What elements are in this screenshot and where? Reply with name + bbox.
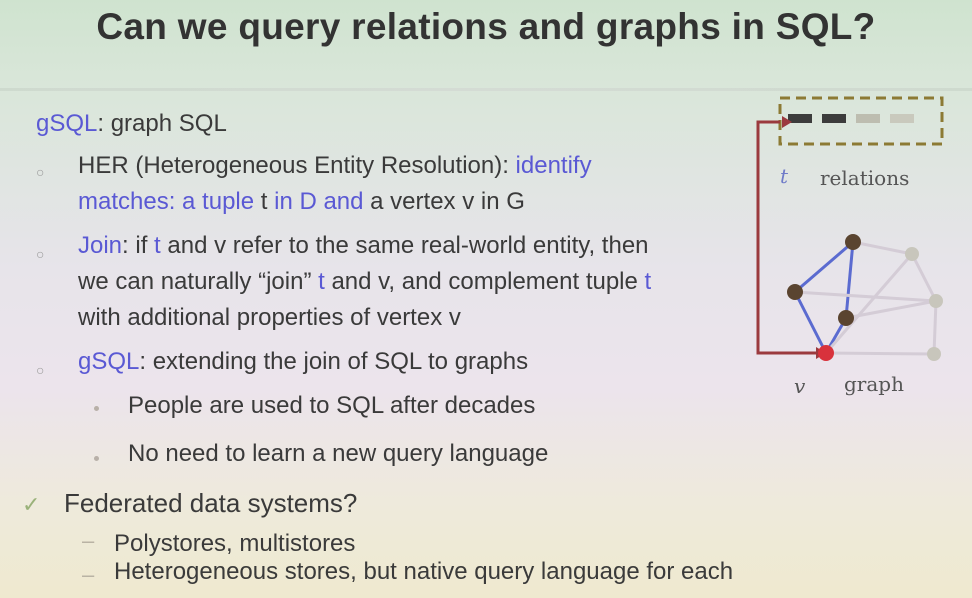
graph-node [787,284,803,300]
bullet-circle-icon: ○ [36,362,45,378]
gsql-term: gSQL [78,348,140,375]
join-line-2: we can naturally “join” t and v, and com… [78,268,651,296]
sub-bullet-dot [94,456,99,461]
bullet-circle-icon: ○ [36,246,45,262]
tuple-cell [788,114,812,123]
gsql-sub-1: People are used to SQL after decades [128,392,536,419]
her-prefix: HER (Heterogeneous Entity Resolution): [78,152,516,179]
tuple-t-label: t [780,164,789,188]
match-arrow-line [756,120,820,355]
dash-icon: – [82,562,95,587]
join-l2a: we can naturally “join” [78,268,319,295]
graph-label: graph [844,372,904,396]
slide-title: Can we query relations and graphs in SQL… [96,6,876,47]
join-term: Join [78,232,123,259]
graph-node [838,310,854,326]
gsql-line: gSQL: extending the join of SQL to graph… [78,348,528,376]
federated-item-1: Polystores, multistores [114,530,356,557]
her-tail: a vertex v in G [363,188,525,215]
bullet-circle-icon: ○ [36,164,45,180]
her-matches: matches: a tuple [78,188,261,215]
heading-line: gSQL: graph SQL [36,110,227,138]
graph-node-vertex-v [818,345,834,361]
her-line-2: matches: a tuple t in D and a vertex v i… [78,188,525,216]
tuple-cell [856,114,880,123]
relation-graph-diagram [756,96,944,361]
sub-bullet-dot [94,406,99,411]
relations-label: relations [820,166,910,190]
tuple-cell [890,114,914,123]
graph-node-faded [929,294,943,308]
vertex-v-label: v [794,374,806,398]
federated-item-2: Heterogeneous stores, but native query l… [114,558,734,585]
join-t1: t [154,232,161,259]
join-l2b: and v, and complement tuple [324,268,645,295]
federated-title: Federated data systems? [64,488,358,518]
her-in-d: in D and [267,188,364,215]
join-l1b: and v refer to the same real-world entit… [160,232,649,259]
heading-rest: : graph SQL [97,110,227,137]
her-identify: identify [515,152,592,179]
join-t3: t [644,268,652,295]
graph-node-faded [927,347,941,361]
join-t2: t [318,268,325,295]
checkmark-icon: ✓ [22,492,41,517]
dash-icon: – [82,528,95,553]
join-l1a: : if [122,232,155,259]
her-line-1: HER (Heterogeneous Entity Resolution): i… [78,152,592,180]
graph-node [845,234,861,250]
graph-node-faded [905,247,919,261]
tuple-cell [822,114,846,123]
join-line-1: Join: if t and v refer to the same real-… [78,232,649,260]
gsql-rest: : extending the join of SQL to graphs [139,348,529,375]
join-line-3: with additional properties of vertex v [78,304,461,331]
heading-term: gSQL [36,110,98,137]
gsql-sub-2: No need to learn a new query language [128,440,549,467]
